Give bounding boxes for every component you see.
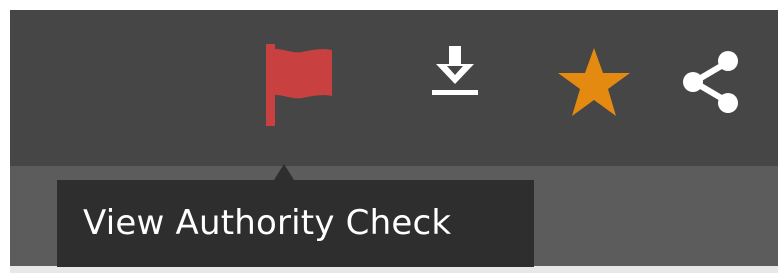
share-button[interactable] (680, 50, 742, 114)
tooltip-arrow (274, 164, 294, 180)
star-icon (558, 48, 630, 116)
share-icon (683, 51, 738, 113)
tooltip: View Authority Check (57, 180, 534, 267)
authority-check-button[interactable] (262, 44, 336, 126)
document-toolbar (10, 10, 778, 166)
download-button[interactable] (426, 42, 484, 100)
flag-icon (266, 44, 332, 126)
tooltip-text: View Authority Check (83, 203, 452, 243)
download-icon (432, 46, 478, 95)
favorite-button[interactable] (556, 46, 632, 118)
screenshot-frame: View Authority Check (0, 0, 778, 273)
bottom-divider (10, 266, 778, 273)
